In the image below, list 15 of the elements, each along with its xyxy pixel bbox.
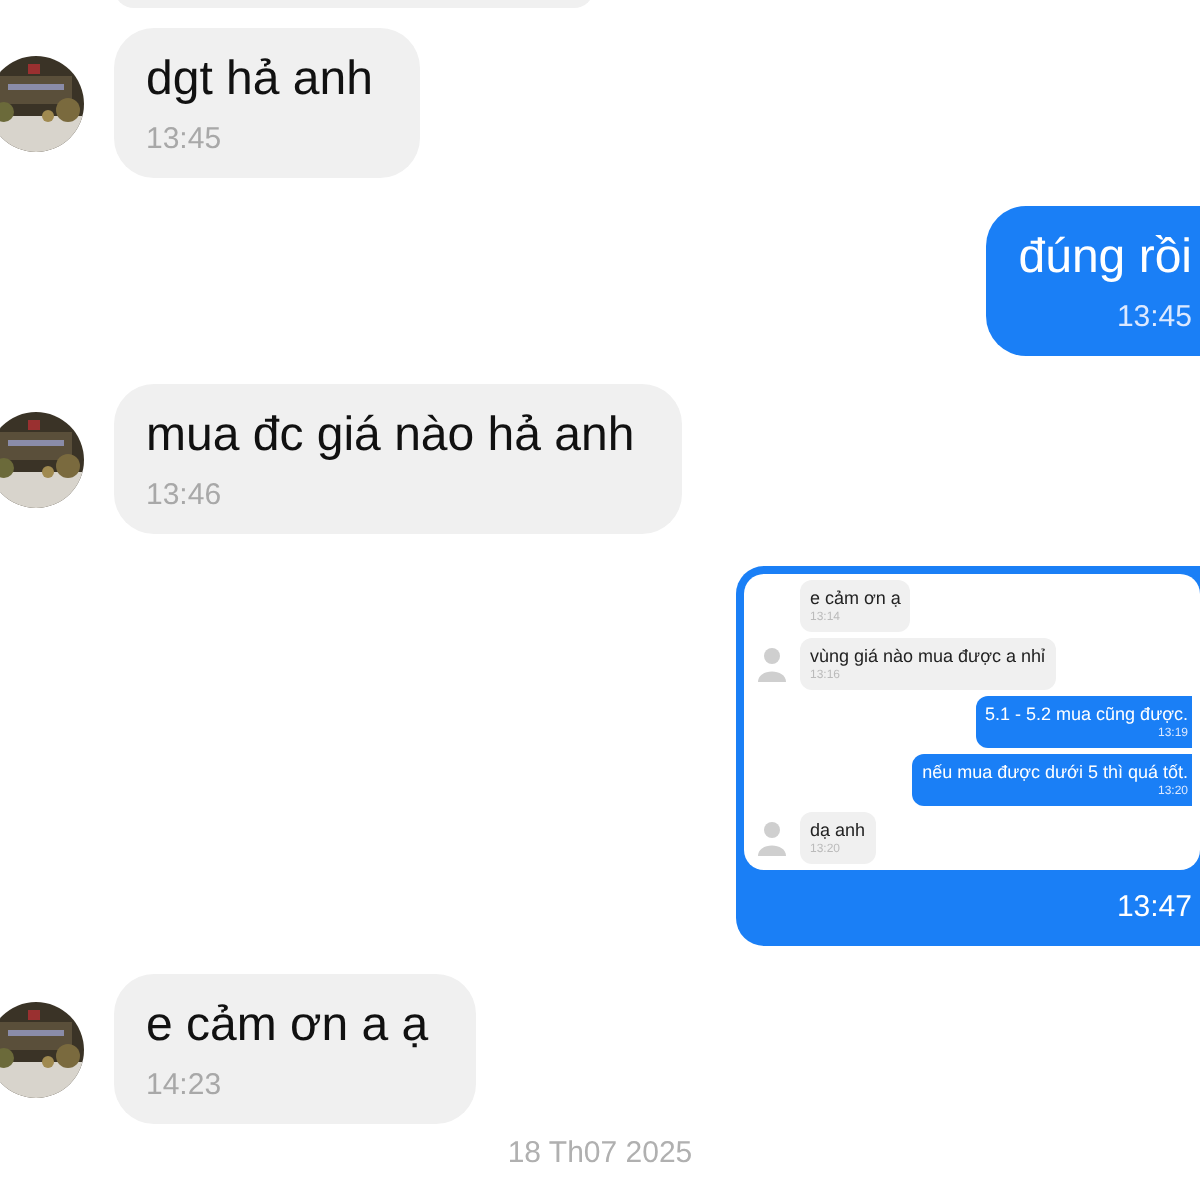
message-time: 14:23 xyxy=(146,1066,224,1106)
message-text: 5.1 - 5.2 mua cũng được. xyxy=(985,702,1188,726)
message-text: nếu mua được dưới 5 thì quá tốt. xyxy=(922,760,1188,784)
message-text: dgt hả anh xyxy=(146,50,373,110)
message-text: mua đc giá nào hả anh xyxy=(146,406,635,466)
message-text: e cảm ơn ạ xyxy=(810,586,901,610)
message-text: e cảm ơn a ạ xyxy=(146,996,429,1056)
message-text: dạ anh xyxy=(810,818,866,842)
message-time: 13:46 xyxy=(146,476,224,516)
message-time: 13:45 xyxy=(146,120,224,160)
message-time: 13:45 xyxy=(1116,298,1192,338)
message-time: 13:47 xyxy=(1116,888,1194,928)
message-text: đúng rồi xyxy=(1018,228,1192,288)
message-text: vùng giá nào mua được a nhỉ xyxy=(810,644,1046,668)
date-separator: 18 Th07 2025 xyxy=(505,1136,695,1172)
